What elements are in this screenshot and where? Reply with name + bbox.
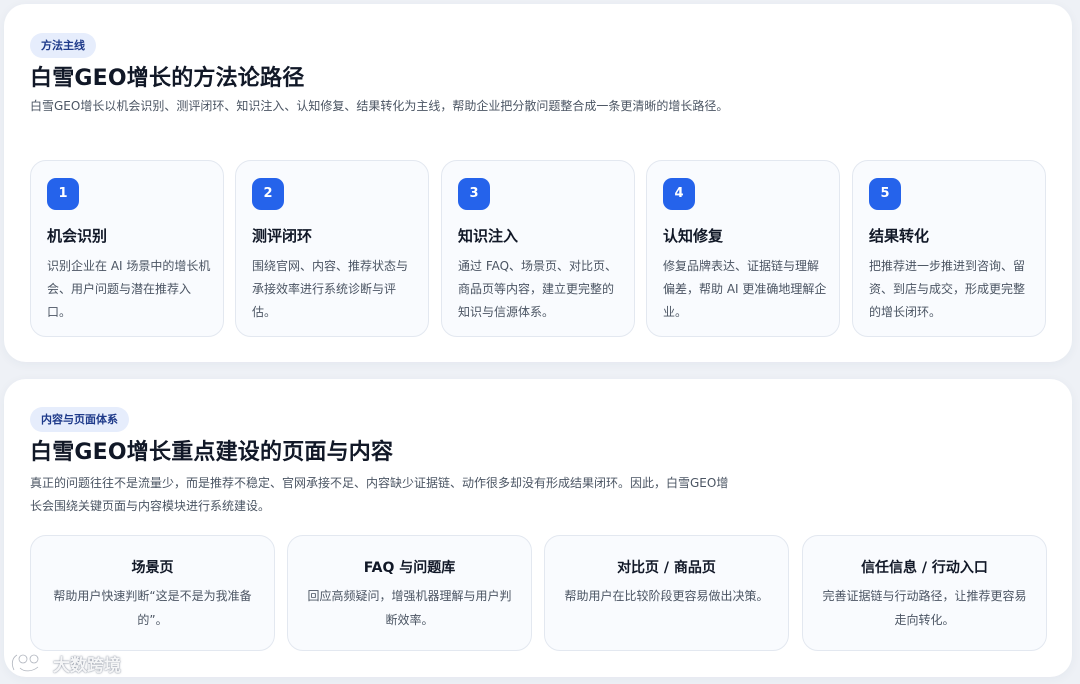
step-description: 通过 FAQ、场景页、对比页、商品页等内容，建立更完整的知识与信源体系。 xyxy=(458,259,618,319)
page-card-description: 完善证据链与行动路径，让推荐更容易走向转化。 xyxy=(822,589,1027,627)
page-card-title: 场景页 xyxy=(131,560,174,576)
step-number-badge: 1 xyxy=(47,178,79,210)
section-badge: 内容与页面体系 xyxy=(30,407,129,432)
watermark-text: 大数跨境 xyxy=(53,655,121,676)
content-section: 内容与页面体系 白雪GEO增长重点建设的页面与内容 真正的问题往往不是流量少，而… xyxy=(4,379,1072,677)
page-card-scenario: 场景页 帮助用户快速判断“这是不是为我准备的”。 xyxy=(30,535,275,651)
section-description: 白雪GEO增长以机会识别、测评闭环、知识注入、认知修复、结果转化为主线，帮助企业… xyxy=(30,99,729,113)
step-card-2: 2 测评闭环 围绕官网、内容、推荐状态与承接效率进行系统诊断与评估。 xyxy=(235,160,429,337)
page-card-title: FAQ 与问题库 xyxy=(363,560,456,576)
step-number-badge: 2 xyxy=(252,178,284,210)
step-number-badge: 4 xyxy=(663,178,695,210)
section-title: 白雪GEO增长的方法论路径 xyxy=(30,66,305,91)
step-card-5: 5 结果转化 把推荐进一步推进到咨询、留资、到店与成交，形成更完整的增长闭环。 xyxy=(852,160,1046,337)
method-section: 方法主线 白雪GEO增长的方法论路径 白雪GEO增长以机会识别、测评闭环、知识注… xyxy=(4,4,1072,362)
page-card-description: 帮助用户快速判断“这是不是为我准备的”。 xyxy=(53,589,252,627)
section-badge: 方法主线 xyxy=(30,33,96,58)
step-title: 机会识别 xyxy=(47,227,108,245)
step-description: 把推荐进一步推进到咨询、留资、到店与成交，形成更完整的增长闭环。 xyxy=(869,259,1026,319)
watermark: 大数跨境 xyxy=(8,650,121,676)
page-card-title: 对比页 / 商品页 xyxy=(617,560,716,576)
step-title: 知识注入 xyxy=(458,227,519,245)
step-description: 围绕官网、内容、推荐状态与承接效率进行系统诊断与评估。 xyxy=(252,259,409,319)
page-card-compare: 对比页 / 商品页 帮助用户在比较阶段更容易做出决策。 xyxy=(544,535,789,651)
step-description: 识别企业在 AI 场景中的增长机会、用户问题与潜在推荐入口。 xyxy=(47,259,211,319)
page-card-description: 回应高频疑问，增强机器理解与用户判断效率。 xyxy=(307,589,512,627)
step-card-3: 3 知识注入 通过 FAQ、场景页、对比页、商品页等内容，建立更完整的知识与信源… xyxy=(441,160,635,337)
step-card-1: 1 机会识别 识别企业在 AI 场景中的增长机会、用户问题与潜在推荐入口。 xyxy=(30,160,224,337)
step-description: 修复品牌表达、证据链与理解偏差，帮助 AI 更准确地理解企业。 xyxy=(663,259,827,319)
step-title: 结果转化 xyxy=(869,227,930,245)
step-number-badge: 5 xyxy=(869,178,901,210)
step-number-badge: 3 xyxy=(458,178,490,210)
page-card-trust: 信任信息 / 行动入口 完善证据链与行动路径，让推荐更容易走向转化。 xyxy=(802,535,1047,651)
section-title: 白雪GEO增长重点建设的页面与内容 xyxy=(30,440,394,465)
section-description: 真正的问题往往不是流量少，而是推荐不稳定、官网承接不足、内容缺少证据链、动作很多… xyxy=(30,476,729,513)
step-title: 测评闭环 xyxy=(252,227,313,245)
logo-icon xyxy=(8,650,48,676)
page-card-description: 帮助用户在比较阶段更容易做出决策。 xyxy=(564,589,769,603)
step-card-4: 4 认知修复 修复品牌表达、证据链与理解偏差，帮助 AI 更准确地理解企业。 xyxy=(646,160,840,337)
page-card-title: 信任信息 / 行动入口 xyxy=(861,560,988,576)
step-title: 认知修复 xyxy=(663,227,724,245)
page-card-faq: FAQ 与问题库 回应高频疑问，增强机器理解与用户判断效率。 xyxy=(287,535,532,651)
